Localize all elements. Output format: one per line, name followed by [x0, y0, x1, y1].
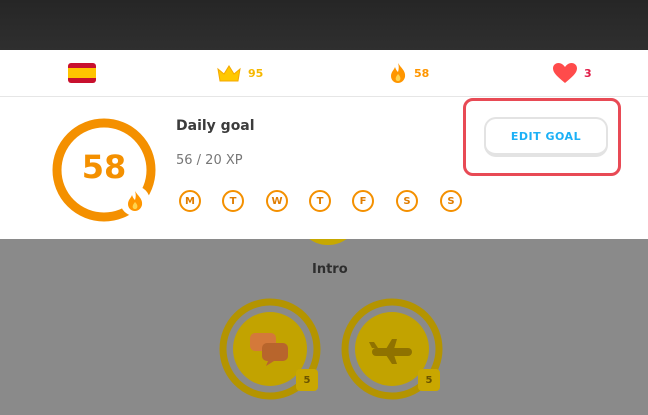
- airplane-icon: [369, 339, 412, 364]
- device-top-bar: [0, 0, 648, 50]
- unit-node-top: [296, 239, 360, 245]
- edit-goal-button[interactable]: EDIT GOAL: [484, 117, 608, 157]
- streak-stat[interactable]: 58: [388, 50, 429, 96]
- hearts-stat[interactable]: 3: [552, 50, 592, 96]
- lesson-node-travel[interactable]: 5: [340, 297, 444, 401]
- stats-bar: 95 58 3: [0, 50, 648, 97]
- crowns-count: 95: [248, 66, 264, 80]
- streak-number: 58: [81, 148, 127, 186]
- crown-level-badge: 5: [296, 369, 318, 391]
- hearts-count: 3: [584, 66, 592, 80]
- day-saturday: S: [396, 190, 418, 212]
- day-thursday: T: [309, 190, 331, 212]
- day-tuesday: T: [222, 190, 244, 212]
- course-language[interactable]: [68, 50, 96, 96]
- crown-icon: [217, 65, 241, 82]
- daily-goal-title: Daily goal: [176, 118, 255, 134]
- crown-level-badge: 5: [418, 369, 440, 391]
- flame-icon: [391, 63, 406, 83]
- chat-bubbles-icon: [250, 333, 288, 366]
- crowns-stat[interactable]: 95: [216, 50, 263, 96]
- streak-count: 58: [414, 66, 430, 80]
- lesson-node-chat[interactable]: 5: [218, 297, 322, 401]
- heart-icon: [553, 63, 577, 83]
- day-monday: M: [179, 190, 201, 212]
- day-sunday: S: [440, 190, 462, 212]
- flame-icon: [128, 191, 143, 211]
- day-wednesday: W: [266, 190, 288, 212]
- streak-ring: 58: [48, 114, 160, 226]
- ring-flame-badge: [120, 186, 150, 216]
- day-friday: F: [352, 190, 374, 212]
- xp-progress-text: 56 / 20 XP: [176, 153, 243, 168]
- spanish-flag-icon: [68, 63, 96, 83]
- unit-label: Intro: [312, 262, 348, 277]
